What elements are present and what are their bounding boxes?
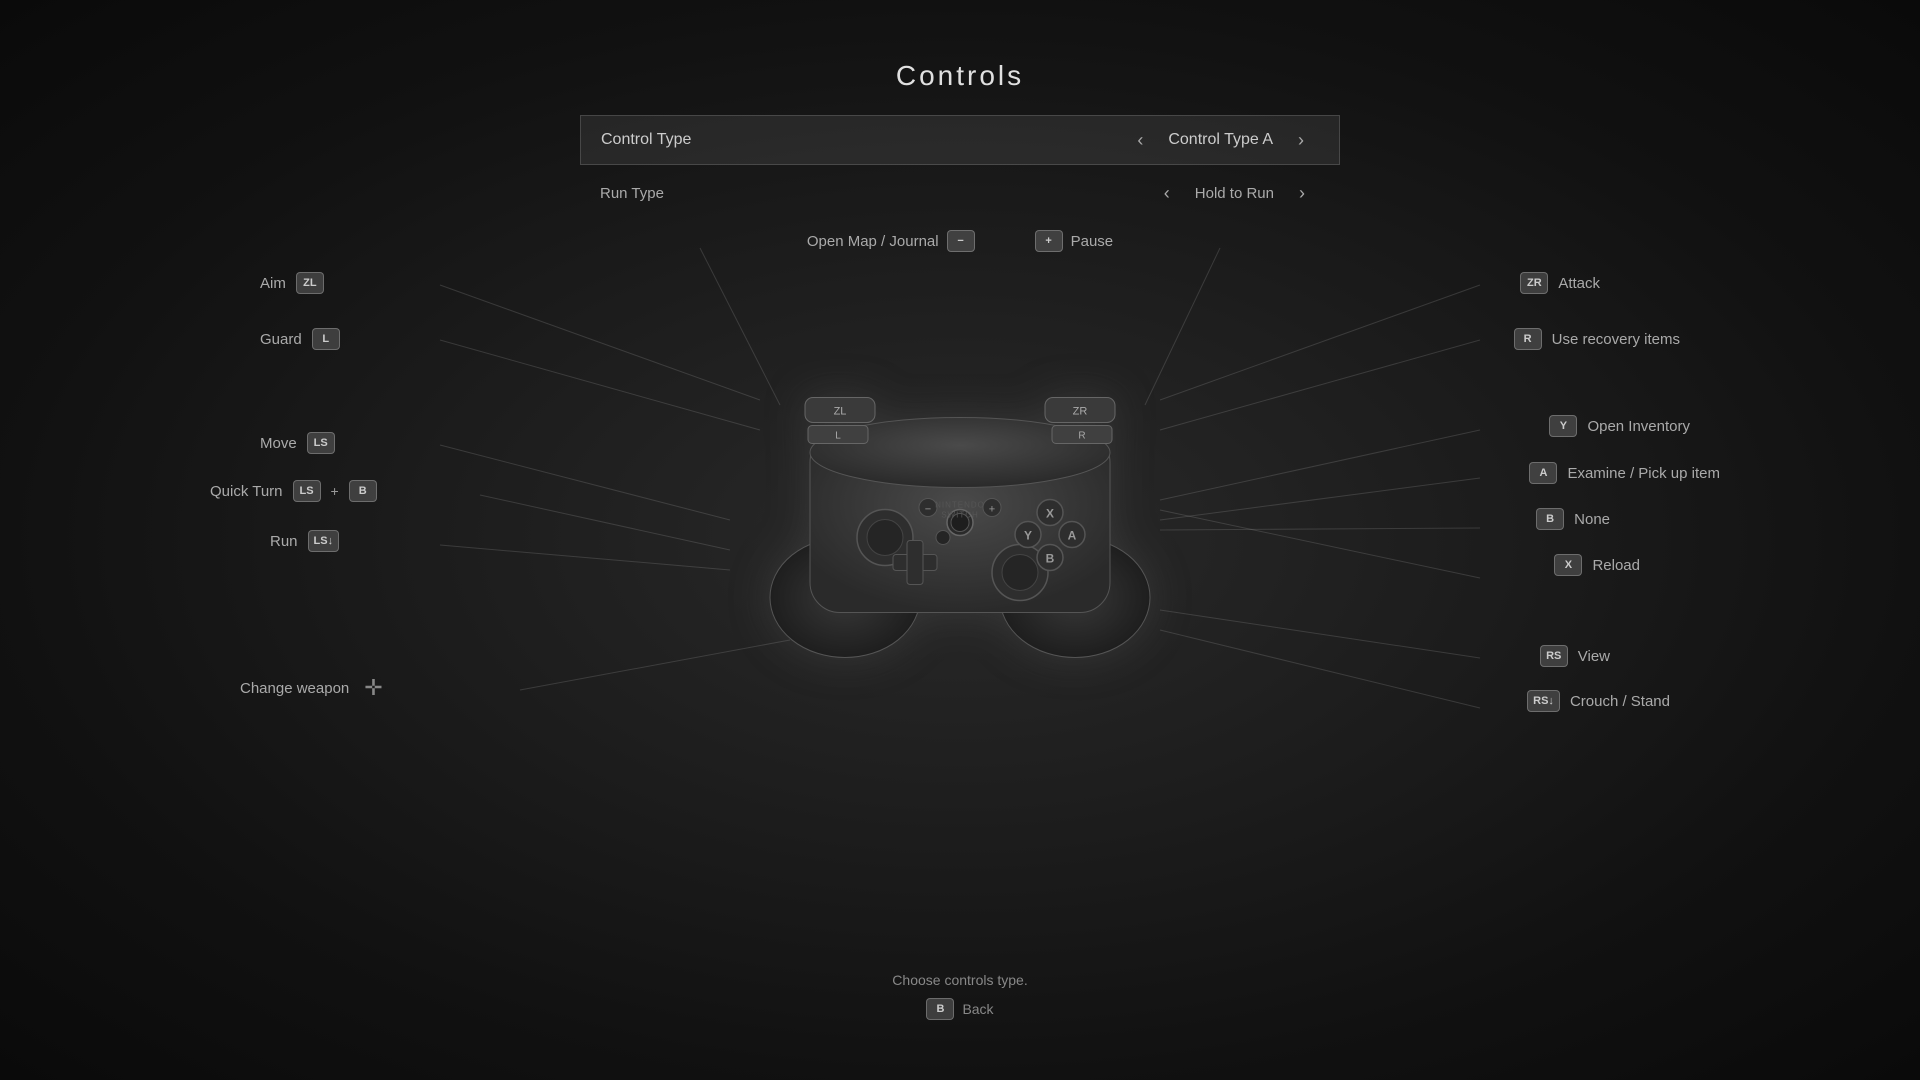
inventory-mapping: Y Open Inventory bbox=[1549, 415, 1690, 437]
pause-mapping: + Pause bbox=[1035, 230, 1114, 252]
r-badge: R bbox=[1514, 328, 1542, 350]
attack-mapping: ZR Attack bbox=[1520, 272, 1600, 294]
guard-mapping: Guard L bbox=[260, 328, 340, 350]
bottom-bar: Choose controls type. B Back bbox=[0, 972, 1920, 1020]
plus-badge: + bbox=[1035, 230, 1063, 252]
pause-label: Pause bbox=[1071, 233, 1114, 250]
crouch-label: Crouch / Stand bbox=[1570, 693, 1670, 710]
back-button-badge: B bbox=[926, 998, 954, 1020]
zr-badge: ZR bbox=[1520, 272, 1548, 294]
open-map-mapping: Open Map / Journal − bbox=[807, 230, 975, 252]
change-weapon-label: Change weapon bbox=[240, 680, 349, 697]
control-type-right-arrow[interactable]: › bbox=[1283, 130, 1319, 151]
svg-text:X: X bbox=[1046, 507, 1054, 521]
control-type-label: Control Type bbox=[601, 131, 1122, 149]
b-badge: B bbox=[1536, 508, 1564, 530]
svg-text:L: L bbox=[835, 431, 841, 442]
attack-label: Attack bbox=[1558, 275, 1600, 292]
svg-text:NINTENDO: NINTENDO bbox=[935, 501, 985, 510]
rs-view-badge: RS bbox=[1540, 645, 1568, 667]
control-type-value: Control Type A bbox=[1158, 131, 1283, 149]
svg-text:Y: Y bbox=[1024, 529, 1032, 543]
svg-text:+: + bbox=[989, 504, 995, 516]
ls-qt-badge: LS bbox=[293, 480, 321, 502]
control-type-row: Control Type ‹ Control Type A › bbox=[580, 115, 1340, 165]
dpad-badge: ✛ bbox=[364, 675, 382, 701]
svg-text:SWITCH: SWITCH bbox=[941, 511, 979, 520]
svg-text:ZR: ZR bbox=[1073, 406, 1088, 418]
rs-down-badge: RS↓ bbox=[1527, 690, 1560, 712]
run-type-row: Run Type ‹ Hold to Run › bbox=[580, 173, 1340, 213]
minus-badge: − bbox=[947, 230, 975, 252]
reload-label: Reload bbox=[1592, 557, 1640, 574]
aim-label: Aim bbox=[260, 275, 286, 292]
change-weapon-mapping: Change weapon ✛ bbox=[240, 675, 383, 701]
control-type-left-arrow[interactable]: ‹ bbox=[1122, 130, 1158, 151]
recovery-label: Use recovery items bbox=[1552, 331, 1680, 348]
run-type-value: Hold to Run bbox=[1185, 185, 1284, 202]
back-label: Back bbox=[962, 1001, 993, 1017]
view-mapping: RS View bbox=[1540, 645, 1610, 667]
y-badge: Y bbox=[1549, 415, 1577, 437]
run-label: Run bbox=[270, 533, 298, 550]
open-map-label: Open Map / Journal bbox=[807, 233, 939, 250]
a-badge: A bbox=[1529, 462, 1557, 484]
x-badge: X bbox=[1554, 554, 1582, 576]
move-mapping: Move LS bbox=[260, 432, 335, 454]
guard-label: Guard bbox=[260, 331, 302, 348]
reload-mapping: X Reload bbox=[1554, 554, 1640, 576]
svg-text:−: − bbox=[925, 504, 931, 516]
ls-move-badge: LS bbox=[307, 432, 335, 454]
controller-image: ZL ZR L R bbox=[750, 353, 1170, 663]
aim-mapping: Aim ZL bbox=[260, 272, 324, 294]
crouch-mapping: RS↓ Crouch / Stand bbox=[1527, 690, 1670, 712]
svg-text:ZL: ZL bbox=[834, 406, 847, 418]
svg-text:A: A bbox=[1068, 529, 1077, 543]
hint-text: Choose controls type. bbox=[0, 972, 1920, 988]
recovery-mapping: R Use recovery items bbox=[1514, 328, 1680, 350]
none-label: None bbox=[1574, 511, 1610, 528]
none-mapping: B None bbox=[1536, 508, 1610, 530]
svg-text:R: R bbox=[1078, 431, 1085, 442]
examine-mapping: A Examine / Pick up item bbox=[1529, 462, 1720, 484]
inventory-label: Open Inventory bbox=[1587, 418, 1690, 435]
run-type-label: Run Type bbox=[600, 185, 1149, 202]
run-type-right-arrow[interactable]: › bbox=[1284, 183, 1320, 204]
quick-turn-mapping: Quick Turn LS + B bbox=[210, 480, 377, 502]
svg-text:B: B bbox=[1046, 552, 1055, 566]
quick-turn-label: Quick Turn bbox=[210, 483, 283, 500]
l-badge: L bbox=[312, 328, 340, 350]
examine-label: Examine / Pick up item bbox=[1567, 465, 1720, 482]
ls-run-badge: LS↓ bbox=[308, 530, 340, 552]
run-mapping: Run LS↓ bbox=[270, 530, 339, 552]
plus-icon: + bbox=[331, 483, 339, 499]
back-hint: B Back bbox=[926, 998, 993, 1020]
view-label: View bbox=[1578, 648, 1610, 665]
zl-badge: ZL bbox=[296, 272, 324, 294]
run-type-left-arrow[interactable]: ‹ bbox=[1149, 183, 1185, 204]
b-qt-badge: B bbox=[349, 480, 377, 502]
move-label: Move bbox=[260, 435, 297, 452]
page-title: Controls bbox=[0, 60, 1920, 92]
